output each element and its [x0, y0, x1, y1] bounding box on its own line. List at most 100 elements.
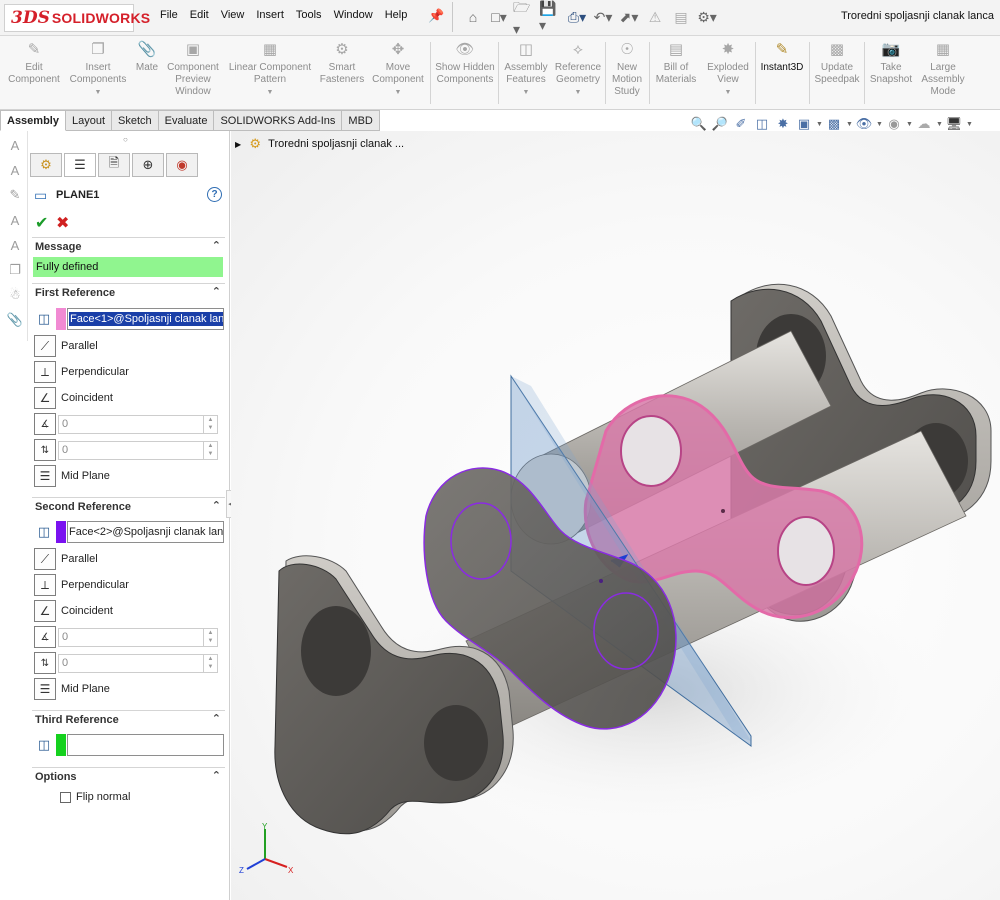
angle-icon[interactable]: ∡	[34, 413, 56, 435]
chevron-down-icon[interactable]: ▼	[876, 121, 883, 128]
chevron-down-icon[interactable]: ▼	[846, 121, 853, 128]
tab-evaluate[interactable]: Evaluate	[158, 110, 215, 131]
annotation-icon[interactable]: A	[4, 134, 26, 156]
offset-spinner[interactable]: ▲ ▼	[204, 653, 218, 673]
flip-normal-checkbox[interactable]	[60, 791, 71, 803]
graphics-viewport[interactable]: ▶ ⚙ Troredni spoljasnji clanak ... Y X Z	[231, 131, 1000, 900]
menu-help[interactable]: Help	[379, 9, 414, 21]
assembly-3d-model[interactable]	[231, 131, 1000, 900]
menu-view[interactable]: View	[215, 9, 251, 21]
menu-edit[interactable]: Edit	[184, 9, 215, 21]
second-reference-field[interactable]: Face<2>@Spoljasnji clanak lanca	[67, 521, 224, 543]
second-ref-coincident-option[interactable]: ∠ Coincident	[34, 599, 224, 623]
offset-distance-icon[interactable]: ⇅	[34, 439, 56, 461]
home-icon[interactable]: ⌂	[461, 6, 485, 28]
undo-icon[interactable]: ↶▾	[591, 6, 615, 28]
first-ref-coincident-option[interactable]: ∠ Coincident	[34, 386, 224, 410]
third-reference-selection[interactable]: ◫	[34, 733, 224, 757]
mate-button[interactable]: 📎 Mate	[133, 40, 161, 74]
third-reference-group-header[interactable]: Third Reference ⌃	[32, 710, 225, 728]
panel-drag-handle[interactable]: ○	[123, 135, 128, 144]
new-motion-study-button[interactable]: ☉ New Motion Study	[608, 40, 646, 98]
weld-icon[interactable]: ☃	[4, 284, 26, 306]
tab-sketch[interactable]: Sketch	[112, 110, 159, 131]
offset-spinner[interactable]: ▲ ▼	[204, 440, 218, 460]
select-icon[interactable]: ⬈▾	[617, 6, 641, 28]
angle-spinner[interactable]: ▲ ▼	[204, 627, 218, 647]
move-component-button[interactable]: ✥ Move Component ▼	[370, 40, 426, 99]
balloon-icon[interactable]: ✎	[4, 184, 26, 206]
tab-solidworks-add-ins[interactable]: SOLIDWORKS Add-Ins	[214, 110, 343, 131]
second-reference-selection[interactable]: ◫ Face<2>@Spoljasnji clanak lanca	[34, 520, 224, 544]
first-reference-selection[interactable]: ◫ Face<1>@Spoljasnji clanak lanca	[34, 307, 224, 331]
rebuild-icon[interactable]: ⚠	[643, 6, 667, 28]
menu-tools[interactable]: Tools	[290, 9, 328, 21]
file-properties-icon[interactable]: ▤	[669, 6, 693, 28]
menu-file[interactable]: File	[154, 9, 184, 21]
first-reference-field[interactable]: Face<1>@Spoljasnji clanak lanca	[67, 308, 224, 330]
chevron-down-icon[interactable]: ▼	[966, 121, 973, 128]
first-ref-offset-input[interactable]: 0	[58, 440, 204, 460]
menu-insert[interactable]: Insert	[250, 9, 290, 21]
edit-component-button[interactable]: ✎ Edit Component	[6, 40, 62, 86]
first-ref-parallel-option[interactable]: ⟋ Parallel	[34, 334, 224, 358]
assembly-features-button[interactable]: ◫ Assembly Features ▼	[502, 40, 550, 99]
first-reference-group-header[interactable]: First Reference ⌃	[32, 283, 225, 301]
reference-geometry-button[interactable]: ⟡ Reference Geometry ▼	[554, 40, 602, 99]
feature-tree-flyout[interactable]: ▶ ⚙ Troredni spoljasnji clanak ...	[235, 136, 404, 151]
options-icon[interactable]: ⚙▾	[695, 6, 719, 28]
chevron-up-icon[interactable]: ⌃	[212, 712, 221, 725]
update-speedpak-button[interactable]: ▩ Update Speedpak	[812, 40, 862, 86]
configuration-manager-tab[interactable]: 🗎	[98, 153, 130, 177]
take-snapshot-button[interactable]: 📷 Take Snapshot	[867, 40, 915, 86]
pin-menu-icon[interactable]: 📌	[428, 8, 444, 24]
large-assembly-mode-button[interactable]: ▦ Large Assembly Mode	[918, 40, 968, 98]
solidworks-logo[interactable]: 3DS SOLIDWORKS	[4, 4, 150, 32]
display-manager-tab[interactable]: ◉	[166, 153, 198, 177]
instant3d-button[interactable]: ✎ Instant3D	[758, 40, 806, 74]
new-icon[interactable]: □▾	[487, 6, 511, 28]
save-icon[interactable]: 💾▾	[539, 0, 563, 33]
show-hidden-components-button[interactable]: 👁 Show Hidden Components	[434, 40, 496, 86]
chevron-up-icon[interactable]: ⌃	[212, 285, 221, 298]
attach-icon[interactable]: 📎	[4, 309, 26, 331]
flip-normal-option[interactable]: Flip normal	[60, 791, 130, 803]
property-manager-tab[interactable]: ☰	[64, 153, 96, 177]
second-ref-angle-input[interactable]: 0	[58, 627, 204, 647]
first-ref-angle-input[interactable]: 0	[58, 414, 204, 434]
chevron-down-icon[interactable]: ▼	[395, 87, 402, 99]
second-ref-offset-input[interactable]: 0	[58, 653, 204, 673]
options-group-header[interactable]: Options ⌃	[32, 767, 225, 785]
message-group-header[interactable]: Message ⌃	[32, 237, 225, 255]
chevron-down-icon[interactable]: ▼	[523, 87, 530, 99]
cancel-x-icon[interactable]: ✖	[56, 213, 69, 233]
linear-component-pattern-button[interactable]: ▦ Linear Component Pattern ▼	[226, 40, 314, 99]
copy-icon[interactable]: ❐	[4, 259, 26, 281]
ok-checkmark-icon[interactable]: ✔	[35, 213, 48, 233]
offset-distance-icon[interactable]: ⇅	[34, 652, 56, 674]
second-ref-perpendicular-option[interactable]: ⟂ Perpendicular	[34, 573, 224, 597]
dimension-icon[interactable]: A	[4, 209, 26, 231]
second-reference-group-header[interactable]: Second Reference ⌃	[32, 497, 225, 515]
first-ref-perpendicular-option[interactable]: ⟂ Perpendicular	[34, 360, 224, 384]
chevron-down-icon[interactable]: ▼	[575, 87, 582, 99]
chevron-down-icon[interactable]: ▼	[267, 87, 274, 99]
print-icon[interactable]: ⎙▾	[565, 6, 589, 28]
help-icon[interactable]: ?	[207, 187, 222, 202]
chevron-down-icon[interactable]: ▼	[816, 121, 823, 128]
expand-arrow-icon[interactable]: ▶	[235, 140, 241, 149]
chevron-down-icon[interactable]: ▼	[936, 121, 943, 128]
second-ref-mid-plane-option[interactable]: ☰ Mid Plane	[34, 677, 224, 701]
menu-window[interactable]: Window	[328, 9, 379, 21]
angle-icon[interactable]: ∡	[34, 626, 56, 648]
smart-fasteners-button[interactable]: ⚙ Smart Fasteners	[318, 40, 366, 86]
bill-of-materials-button[interactable]: ▤ Bill of Materials	[652, 40, 700, 86]
tab-layout[interactable]: Layout	[65, 110, 113, 131]
chevron-down-icon[interactable]: ▼	[906, 121, 913, 128]
tab-assembly[interactable]: Assembly	[0, 110, 66, 131]
note-icon[interactable]: A	[4, 159, 26, 181]
chevron-up-icon[interactable]: ⌃	[212, 239, 221, 252]
second-ref-parallel-option[interactable]: ⟋ Parallel	[34, 547, 224, 571]
first-ref-mid-plane-option[interactable]: ☰ Mid Plane	[34, 464, 224, 488]
angle-spinner[interactable]: ▲ ▼	[204, 414, 218, 434]
